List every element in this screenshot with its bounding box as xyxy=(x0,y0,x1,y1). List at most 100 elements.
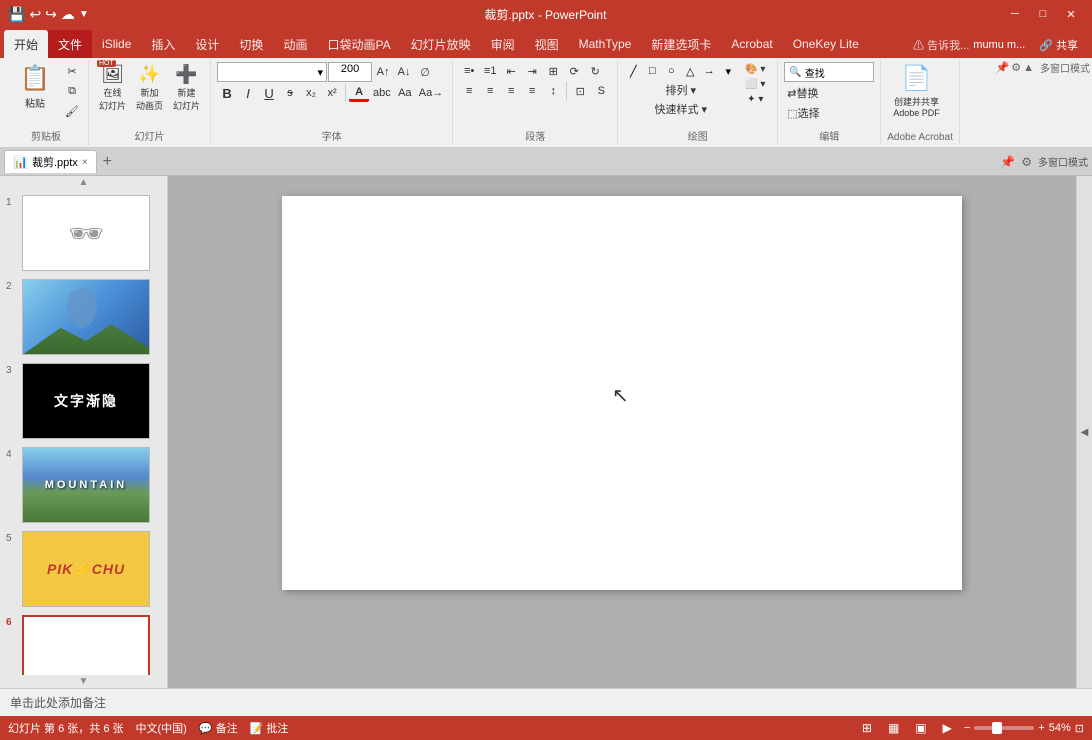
cut-button[interactable]: ✂ xyxy=(62,62,82,80)
text-direction-button[interactable]: ↻ xyxy=(585,62,605,80)
reading-view-button[interactable]: ▣ xyxy=(911,720,930,736)
font-name-box[interactable]: ▾ xyxy=(217,62,327,82)
increase-indent-button[interactable]: ⇥ xyxy=(522,62,542,80)
shape-more[interactable]: ▾ xyxy=(719,62,737,80)
tab-pocket-pa[interactable]: 口袋动画PA xyxy=(317,30,400,58)
normal-view-button[interactable]: ⊞ xyxy=(858,720,876,736)
shape-triangle[interactable]: △ xyxy=(681,62,699,80)
tab-transitions[interactable]: 切换 xyxy=(229,30,273,58)
superscript-button[interactable]: x² xyxy=(322,84,342,102)
italic-button[interactable]: I xyxy=(238,84,258,102)
bold-button[interactable]: B xyxy=(217,84,237,102)
copy-button[interactable]: ⧉ xyxy=(62,82,82,100)
pin-window-icon[interactable]: 📌 xyxy=(1000,155,1015,169)
bullets-button[interactable]: ≡• xyxy=(459,62,479,80)
language-indicator[interactable]: 中文(中国) xyxy=(136,720,187,736)
line-spacing-button[interactable]: ↕ xyxy=(543,82,563,100)
outline-view-button[interactable]: ▦ xyxy=(884,720,903,736)
text-highlight-button[interactable]: abc xyxy=(370,84,394,102)
arrange-button[interactable]: 排列 ▾ xyxy=(624,81,737,99)
tab-view[interactable]: 视图 xyxy=(525,30,569,58)
shape-rect[interactable]: □ xyxy=(643,62,661,80)
slide-thumbnail-3[interactable]: 3 文字渐隐 xyxy=(4,361,163,441)
maximize-button[interactable]: □ xyxy=(1030,4,1056,24)
tab-insert[interactable]: 插入 xyxy=(141,30,185,58)
paste-button[interactable]: 📋 粘贴 xyxy=(10,62,60,112)
autosave-icon[interactable]: ☁ xyxy=(61,6,75,23)
tab-new-options[interactable]: 新建选项卡 xyxy=(641,30,721,58)
shape-circle[interactable]: ○ xyxy=(662,62,680,80)
minimize-button[interactable]: ─ xyxy=(1002,4,1028,24)
columns-button[interactable]: ⊞ xyxy=(543,62,563,80)
close-button[interactable]: ✕ xyxy=(1058,4,1084,24)
scroll-up-arrow[interactable]: ▲ xyxy=(0,176,167,189)
fit-slide-button[interactable]: ⊡ xyxy=(1075,722,1084,735)
right-panel-collapse[interactable]: ◀ xyxy=(1076,176,1092,688)
slide-thumbnail-5[interactable]: 5 PIK⚡CHU xyxy=(4,529,163,609)
increase-font-button[interactable]: A↑ xyxy=(373,63,393,81)
justify-button[interactable]: ≡ xyxy=(522,82,542,100)
tab-islide[interactable]: iSlide xyxy=(92,30,141,58)
replace-button[interactable]: ⇄ 替换 xyxy=(784,84,821,102)
slide-thumbnail-4[interactable]: 4 MOUNTAIN xyxy=(4,445,163,525)
align-center-button[interactable]: ≡ xyxy=(480,82,500,100)
shape-effect-button[interactable]: ✦ ▾ xyxy=(739,92,771,107)
create-pdf-button[interactable]: 📄 创建并共享Adobe PDF xyxy=(887,62,946,120)
notes-bar[interactable]: 单击此处添加备注 xyxy=(0,688,1092,716)
strikethrough-button[interactable]: s xyxy=(280,84,300,102)
align-left-button[interactable]: ≡ xyxy=(459,82,479,100)
tab-acrobat[interactable]: Acrobat xyxy=(721,30,782,58)
tab-slideshow[interactable]: 幻灯片放映 xyxy=(401,30,481,58)
expand-icon[interactable]: ⚙ xyxy=(1011,61,1021,74)
subscript-button[interactable]: x₂ xyxy=(301,84,321,102)
tab-review[interactable]: 审阅 xyxy=(481,30,525,58)
tab-animations[interactable]: 动画 xyxy=(273,30,317,58)
clear-format-button[interactable]: ∅ xyxy=(415,63,435,81)
multi-window-button[interactable]: 多窗口模式 xyxy=(1040,60,1090,75)
shape-outline-button[interactable]: ⬜ ▾ xyxy=(739,77,771,92)
redo-icon[interactable]: ↪ xyxy=(45,6,57,23)
slide-thumbnail-1[interactable]: 1 🕶 xyxy=(4,193,163,273)
quick-styles-button[interactable]: 快速样式 ▾ xyxy=(624,100,737,118)
font-color-button[interactable]: A xyxy=(349,84,369,102)
zoom-in-button[interactable]: + xyxy=(1038,722,1044,734)
collapse-ribbon-button[interactable]: ▲ xyxy=(1023,62,1034,74)
multi-window-label[interactable]: 多窗口模式 xyxy=(1038,154,1088,169)
file-tab-close[interactable]: × xyxy=(82,157,88,168)
tell-me-input[interactable]: ⚠ 告诉我... xyxy=(913,37,969,53)
shape-fill-button[interactable]: 🎨 ▾ xyxy=(739,62,771,77)
align-right-button[interactable]: ≡ xyxy=(501,82,521,100)
change-case-button[interactable]: Aa xyxy=(395,84,415,102)
select-button[interactable]: ⬚ 选择 xyxy=(784,104,822,122)
undo-icon[interactable]: ↩ xyxy=(29,6,41,23)
tab-design[interactable]: 设计 xyxy=(185,30,229,58)
font-size-box[interactable]: 200 xyxy=(328,62,372,82)
underline-button[interactable]: U xyxy=(259,84,279,102)
canvas-area[interactable]: ↖ xyxy=(168,176,1076,688)
more-icon[interactable]: ▼ xyxy=(79,9,89,20)
tab-mathtype[interactable]: MathType xyxy=(569,30,642,58)
tab-file[interactable]: 文件 xyxy=(48,30,92,58)
slide-thumbnail-2[interactable]: 2 xyxy=(4,277,163,357)
new-slide-button[interactable]: ➕ 新建幻灯片 xyxy=(169,62,204,114)
online-slides-button[interactable]: HOT 🖼 在线幻灯片 xyxy=(95,62,130,114)
file-tab-item[interactable]: 📊 裁剪.pptx × xyxy=(4,150,97,173)
smart-convert-button[interactable]: ⟳ xyxy=(564,62,584,80)
slideshow-view-button[interactable]: ▶ xyxy=(939,720,956,736)
tab-home[interactable]: 开始 xyxy=(4,30,48,58)
convert-to-art-button[interactable]: S xyxy=(591,82,611,100)
slide-thumbnail-6[interactable]: 6 xyxy=(4,613,163,674)
decrease-font-button[interactable]: A↓ xyxy=(394,63,414,81)
shape-line[interactable]: ╱ xyxy=(624,62,642,80)
shape-arrow[interactable]: → xyxy=(700,62,718,80)
text-box-button[interactable]: ⊡ xyxy=(570,82,590,100)
user-avatar[interactable]: mumu m... xyxy=(973,39,1025,51)
numbering-button[interactable]: ≡1 xyxy=(480,62,500,80)
search-row[interactable]: 🔍 查找 xyxy=(784,62,874,82)
decrease-indent-button[interactable]: ⇤ xyxy=(501,62,521,80)
remarks-button[interactable]: 💬 备注 xyxy=(199,720,238,736)
format-painter-button[interactable]: 🖌 xyxy=(62,102,82,120)
settings-icon[interactable]: ⚙ xyxy=(1021,155,1032,169)
share-button[interactable]: 🔗 共享 xyxy=(1029,34,1088,56)
save-icon[interactable]: 💾 xyxy=(8,6,25,23)
